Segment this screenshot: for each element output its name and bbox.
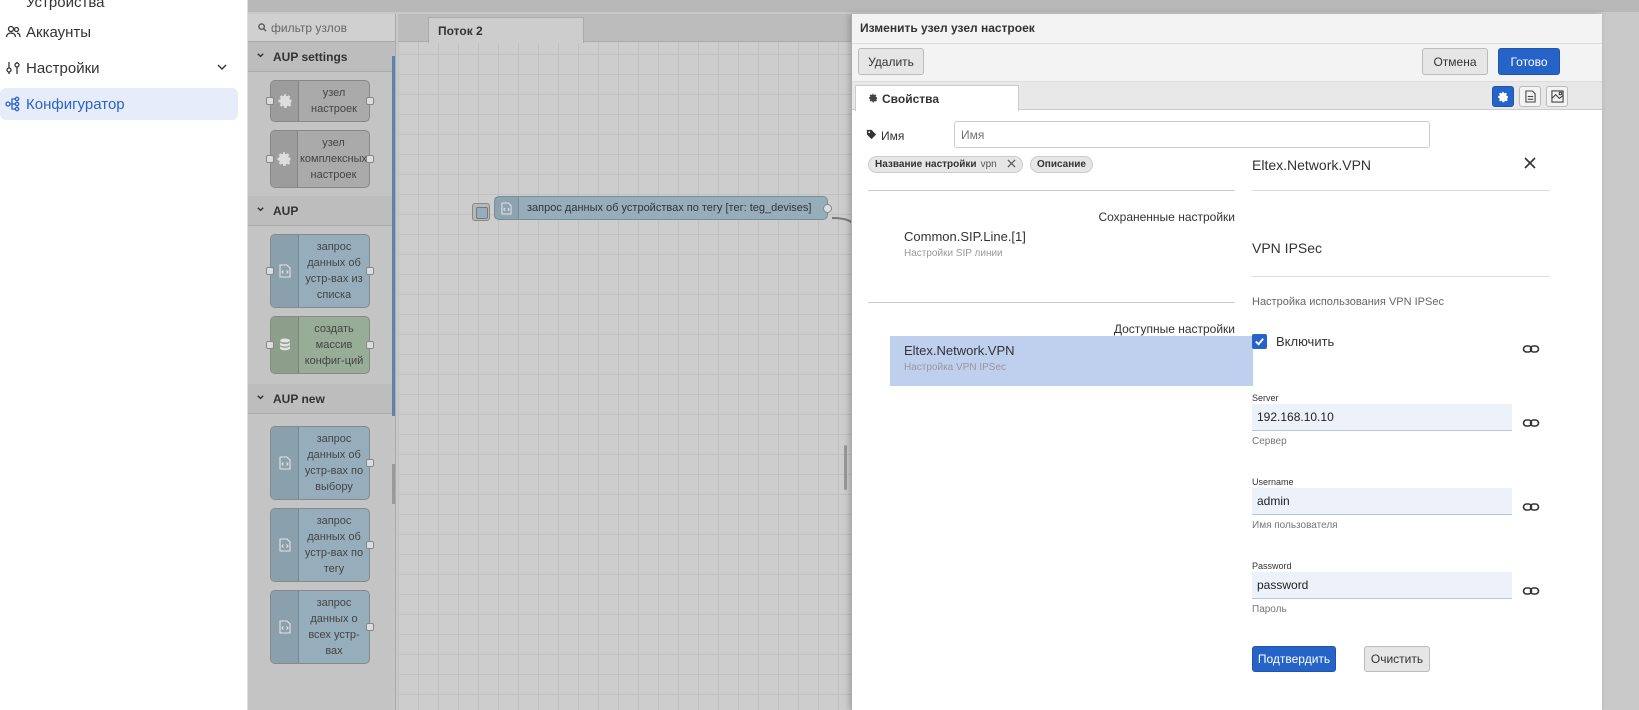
- gear-icon: [868, 92, 878, 111]
- palette-node-request-list[interactable]: запрос данных об устр-вах из списка: [266, 234, 374, 308]
- tray-resize-handle[interactable]: [844, 445, 847, 490]
- divider: [1252, 190, 1550, 191]
- divider: [1252, 276, 1550, 277]
- group-title: VPN IPSec: [1252, 240, 1323, 256]
- tab-flow-2[interactable]: Поток 2: [428, 17, 584, 43]
- code-file-icon: [271, 427, 299, 499]
- sidebar-item-label: Аккаунты: [26, 23, 92, 41]
- node-palette: фильтр узлов AUP settings узел настроек: [248, 14, 396, 710]
- palette-scrollbar[interactable]: [392, 56, 395, 416]
- sidebar-item-accounts[interactable]: Аккаунты: [0, 16, 238, 48]
- server-hint: Сервер: [1252, 436, 1287, 447]
- code-file-icon: [271, 235, 299, 307]
- flow-editor: фильтр узлов AUP settings узел настроек: [248, 0, 1639, 710]
- edit-tray: Изменить узел узел настроек Удалить Отме…: [851, 14, 1602, 710]
- divider: [868, 190, 1235, 191]
- app-sidebar: Устройства Аккаунты Настройки Конфигурат…: [0, 0, 248, 710]
- gear-icon[interactable]: [1492, 86, 1514, 107]
- palette-node-request-all[interactable]: запрос данных о всех устр-вах: [270, 590, 374, 664]
- link-icon[interactable]: [1522, 582, 1540, 600]
- tray-title: Изменить узел узел настроек: [852, 14, 1602, 44]
- username-label: Username: [1252, 477, 1294, 487]
- divider: [868, 302, 1235, 303]
- flow-node-request-by-tag[interactable]: запрос данных об устройствах по тегу [те…: [494, 196, 832, 220]
- tray-toolbar: Удалить Отмена Готово: [852, 44, 1602, 82]
- cancel-button[interactable]: Отмена: [1422, 48, 1488, 75]
- devices-icon: [4, 0, 22, 11]
- workspace-canvas[interactable]: Поток 2 запрос данных об устройствах по …: [398, 14, 862, 710]
- palette-scrollbar-handle[interactable]: [392, 464, 395, 504]
- filter-chip-description[interactable]: Описание: [1030, 156, 1093, 173]
- link-icon[interactable]: [1522, 340, 1540, 358]
- enable-checkbox[interactable]: [1252, 334, 1267, 349]
- clear-button[interactable]: Очистить: [1364, 646, 1430, 672]
- node-inject-button[interactable]: [472, 203, 490, 221]
- close-icon[interactable]: [1524, 156, 1536, 174]
- search-icon: [258, 21, 267, 35]
- palette-category-aup[interactable]: AUP: [248, 196, 395, 226]
- sidebar-item-label: Настройки: [26, 59, 100, 77]
- server-label: Server: [1252, 393, 1279, 403]
- users-icon: [4, 23, 22, 41]
- sidebar-item-settings[interactable]: Настройки: [0, 52, 238, 84]
- username-input[interactable]: [1252, 488, 1512, 515]
- filter-chip-setting-name[interactable]: Название настройки vpn: [868, 156, 1023, 173]
- palette-category-aup-settings[interactable]: AUP settings: [248, 42, 395, 72]
- sidebar-item-configurator[interactable]: Конфигуратор: [0, 88, 238, 120]
- palette-node-request-by-tag[interactable]: запрос данных об устр-вах по тегу: [270, 508, 374, 582]
- close-icon[interactable]: [1007, 158, 1016, 171]
- sidebar-item-label: Конфигуратор: [26, 95, 125, 113]
- palette-category-aup-new[interactable]: AUP new: [248, 384, 395, 414]
- palette-node-request-by-choice[interactable]: запрос данных об устр-вах по выбору: [270, 426, 374, 500]
- appearance-icon[interactable]: [1546, 86, 1568, 107]
- server-input[interactable]: [1252, 404, 1512, 431]
- password-input[interactable]: [1252, 572, 1512, 599]
- detail-title: Eltex.Network.VPN: [1252, 157, 1372, 173]
- database-icon: [271, 317, 299, 373]
- tag-icon: [866, 129, 877, 143]
- link-icon[interactable]: [1522, 498, 1540, 516]
- palette-search-input[interactable]: фильтр узлов: [248, 14, 395, 42]
- palette-node-create-array[interactable]: создать массив конфиг-ций: [266, 316, 374, 374]
- code-file-icon: [495, 197, 519, 219]
- available-settings-title: Доступные настройки: [1113, 322, 1235, 336]
- chevron-down-icon[interactable]: [216, 60, 228, 77]
- group-description: Настройка использования VPN IPSec: [1252, 296, 1444, 308]
- palette-node-complex-settings[interactable]: узел комплексных настроек: [266, 130, 374, 188]
- password-label: Password: [1252, 561, 1292, 571]
- chevron-down-icon: [256, 393, 265, 405]
- chevron-down-icon: [256, 205, 265, 217]
- tray-tabs: Свойства: [852, 82, 1602, 111]
- code-file-icon: [271, 509, 299, 581]
- workspace-tabs: Поток 2: [398, 14, 861, 43]
- sliders-icon: [4, 59, 22, 77]
- editor-header: [248, 0, 1639, 12]
- password-hint: Пароль: [1252, 604, 1287, 615]
- gear-icon: [271, 131, 298, 187]
- sidebar-item-label: Устройства: [26, 0, 105, 11]
- available-setting-item[interactable]: Eltex.Network.VPN Настройка VPN IPSec: [890, 336, 1253, 386]
- code-file-icon: [271, 591, 299, 663]
- name-label: Имя: [866, 129, 904, 143]
- palette-node-settings[interactable]: узел настроек: [266, 80, 374, 122]
- delete-button[interactable]: Удалить: [858, 48, 924, 75]
- done-button[interactable]: Готово: [1498, 48, 1560, 75]
- tab-properties[interactable]: Свойства: [855, 85, 1019, 111]
- gear-icon: [271, 81, 299, 121]
- document-icon[interactable]: [1519, 86, 1541, 107]
- enable-checkbox-row[interactable]: Включить: [1252, 334, 1334, 349]
- confirm-button[interactable]: Подтвердить: [1252, 646, 1336, 672]
- hierarchy-icon: [4, 95, 22, 113]
- saved-setting-item[interactable]: Common.SIP.Line.[1] Настройки SIP линии: [890, 222, 1253, 272]
- chevron-down-icon: [256, 51, 265, 63]
- link-icon[interactable]: [1522, 414, 1540, 432]
- username-hint: Имя пользователя: [1252, 520, 1338, 531]
- name-input[interactable]: [954, 121, 1430, 148]
